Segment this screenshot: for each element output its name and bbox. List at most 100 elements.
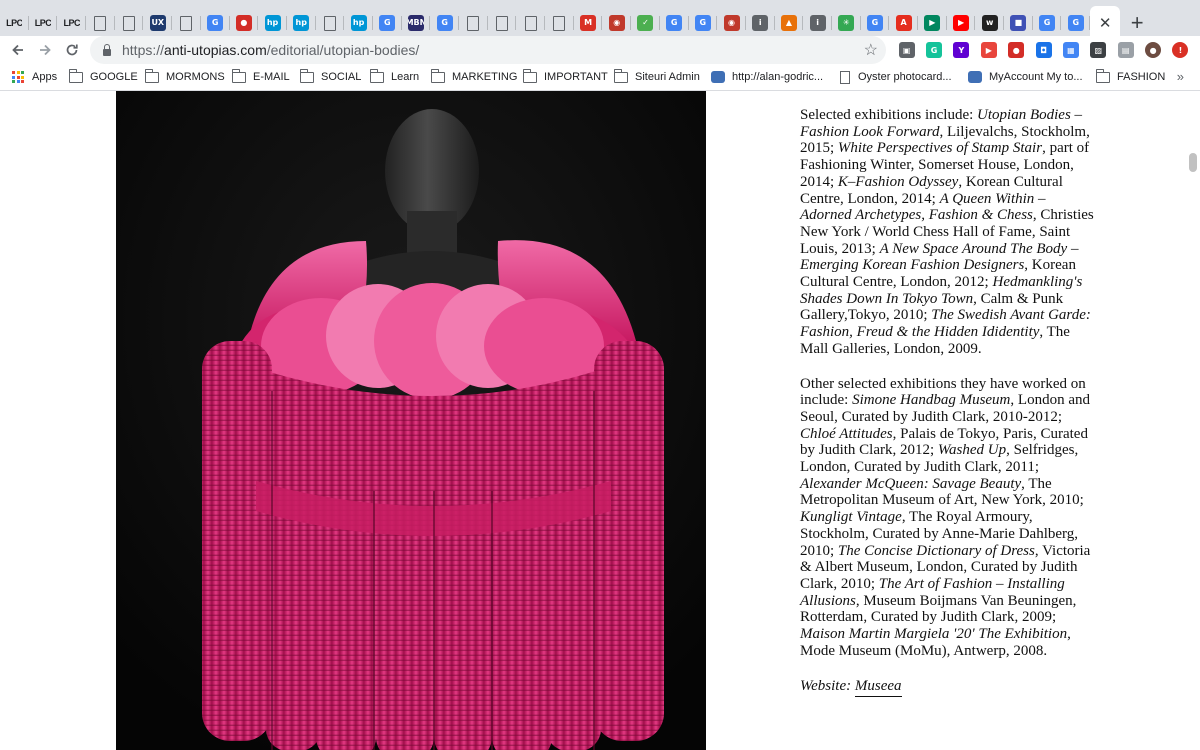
browser-tab[interactable]: MBN — [402, 6, 431, 40]
browser-tab[interactable]: G — [201, 6, 230, 40]
browser-tab[interactable]: i — [746, 6, 775, 40]
image-icon[interactable]: ▤ — [1117, 42, 1134, 58]
bookmark-label: Learn — [391, 71, 420, 83]
bookmarks-overflow-button[interactable]: » — [1177, 69, 1184, 84]
w-icon: w — [981, 15, 998, 31]
browser-tab[interactable]: hp — [258, 6, 287, 40]
browser-tab[interactable]: hp — [344, 6, 373, 40]
camera-icon[interactable]: ◘ — [1035, 42, 1052, 58]
folder-icon — [431, 68, 445, 83]
bookmark-marketing[interactable]: MARKETING — [431, 64, 517, 90]
browser-tab[interactable]: ● — [230, 6, 259, 40]
bookmark-important[interactable]: IMPORTANT — [523, 64, 608, 90]
bookmark-http-alan-godric[interactable]: http://alan-godric... — [711, 64, 823, 90]
apps-grid-icon — [12, 71, 24, 83]
calendar-icon[interactable]: ▦ — [1062, 42, 1079, 58]
lpc-icon: LPC — [35, 17, 52, 28]
browser-tab[interactable] — [86, 6, 115, 40]
bookmark-myaccount-my-to[interactable]: MyAccount My to... — [968, 64, 1083, 90]
document-icon — [465, 15, 481, 31]
mbn-icon: MBN — [407, 15, 424, 31]
screenshot-icon[interactable]: ▣ — [898, 42, 915, 58]
browser-tab[interactable]: G — [861, 6, 890, 40]
browser-tab[interactable]: i — [803, 6, 832, 40]
browser-tab[interactable]: UX — [143, 6, 172, 40]
browser-tab[interactable] — [488, 6, 517, 40]
browser-tab[interactable] — [115, 6, 144, 40]
bookmark-fashion[interactable]: FASHION — [1096, 64, 1165, 90]
browser-tab[interactable] — [316, 6, 345, 40]
browser-tab[interactable]: LPC — [29, 6, 58, 40]
url-text[interactable]: https://anti-utopias.com/editorial/utopi… — [122, 42, 419, 58]
browser-tab[interactable] — [172, 6, 201, 40]
folder-icon — [523, 68, 537, 83]
bookmark-apps[interactable]: Apps — [12, 64, 57, 90]
update-icon[interactable]: ! — [1172, 42, 1189, 58]
browser-tab[interactable]: A — [889, 6, 918, 40]
forward-button[interactable] — [31, 36, 59, 64]
browser-tab[interactable]: ▲ — [775, 6, 804, 40]
bookmark-label: Siteuri Admin — [635, 71, 700, 83]
browser-tab[interactable]: ▶ — [947, 6, 976, 40]
browser-tab[interactable]: G — [689, 6, 718, 40]
bookmark-star-icon[interactable]: ☆ — [864, 40, 878, 60]
document-icon — [523, 15, 539, 31]
browser-tab[interactable]: ▶ — [918, 6, 947, 40]
article-text: Selected exhibitions include: — [800, 107, 978, 123]
browser-tab[interactable]: M — [574, 6, 603, 40]
browser-tab[interactable]: ✳ — [832, 6, 861, 40]
hp-icon: hp — [293, 15, 310, 31]
back-button[interactable] — [4, 36, 32, 64]
youtube-icon: ▶ — [953, 15, 970, 31]
browser-tab[interactable]: G — [660, 6, 689, 40]
scrollbar-thumb[interactable] — [1189, 153, 1197, 172]
other-exhibitions-paragraph: Other selected exhibitions they have wor… — [800, 376, 1100, 660]
browser-tab[interactable]: G — [373, 6, 402, 40]
reload-button[interactable] — [58, 36, 86, 64]
bookmark-e-mail[interactable]: E-MAIL — [232, 64, 290, 90]
page-scrollbar[interactable] — [1186, 91, 1200, 750]
browser-tab[interactable] — [459, 6, 488, 40]
browser-tab[interactable]: hp — [287, 6, 316, 40]
browser-tab[interactable] — [516, 6, 545, 40]
bookmark-mormons[interactable]: MORMONS — [145, 64, 225, 90]
translate-icon: G — [436, 15, 453, 31]
folder-icon — [145, 68, 159, 83]
yahoo-icon[interactable]: Y — [953, 42, 970, 58]
lastpass-icon: ● — [235, 15, 252, 31]
lpc-icon: LPC — [63, 17, 80, 28]
bookmark-siteuri-admin[interactable]: Siteuri Admin — [614, 64, 700, 90]
browser-tab[interactable]: ■ — [1004, 6, 1033, 40]
exhibition-title: Alexander McQueen: Savage Beauty — [800, 475, 1022, 492]
browser-tab[interactable]: G — [1033, 6, 1062, 40]
bookmark-learn[interactable]: Learn — [370, 64, 419, 90]
new-tab-button[interactable]: + — [1120, 6, 1154, 40]
browser-tab[interactable]: LPC — [0, 6, 29, 40]
bookmark-label: FASHION — [1117, 71, 1166, 83]
video-icon[interactable]: ▶ — [980, 42, 997, 58]
bookmark-social[interactable]: SOCIAL — [300, 64, 361, 90]
close-tab-icon[interactable]: ✕ — [1099, 14, 1112, 32]
address-bar[interactable]: https://anti-utopias.com/editorial/utopi… — [90, 36, 886, 64]
browser-tab[interactable]: w — [975, 6, 1004, 40]
active-tab[interactable]: ✕ — [1090, 6, 1121, 40]
site-icon — [968, 71, 982, 83]
photo-icon[interactable]: ▨ — [1090, 42, 1107, 58]
browser-tab[interactable]: G — [430, 6, 459, 40]
grammarly-icon[interactable]: G — [926, 42, 943, 58]
browser-tab[interactable]: ◉ — [717, 6, 746, 40]
site-icon — [711, 71, 725, 83]
bookmark-google[interactable]: GOOGLE — [69, 64, 138, 90]
browser-tab[interactable]: ◉ — [602, 6, 631, 40]
browser-tab[interactable]: ✓ — [631, 6, 660, 40]
bookmark-oyster-photocard[interactable]: Oyster photocard... — [840, 64, 952, 90]
browser-tab[interactable]: G — [1061, 6, 1090, 40]
bookmark-label: GOOGLE — [90, 71, 138, 83]
browser-tab[interactable] — [545, 6, 574, 40]
profile-avatar-icon[interactable]: ● — [1145, 42, 1162, 58]
website-link[interactable]: Museea — [854, 677, 902, 697]
exhibition-title: White Perspectives of Stamp Stair — [837, 140, 1043, 157]
lastpass-icon[interactable]: ● — [1008, 42, 1025, 58]
browser-tab[interactable]: LPC — [57, 6, 86, 40]
folder-icon — [614, 68, 628, 83]
